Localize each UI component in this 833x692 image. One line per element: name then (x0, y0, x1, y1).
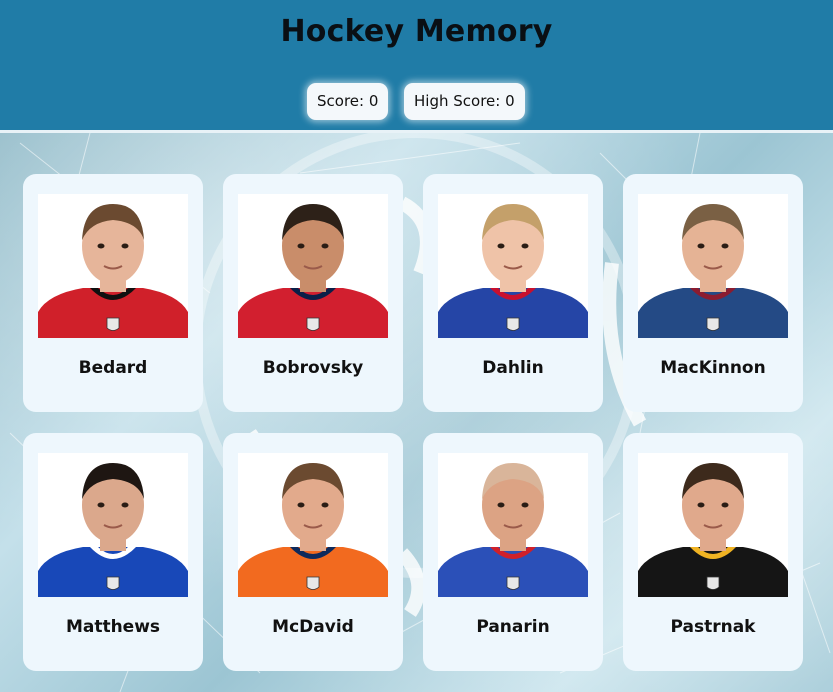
player-card-matthews[interactable]: Matthews (23, 433, 203, 671)
player-photo (638, 194, 788, 338)
player-photo (38, 453, 188, 597)
score-display: Score: 0 (307, 83, 389, 120)
player-photo (38, 194, 188, 338)
player-name: Pastrnak (670, 617, 756, 637)
player-name: Dahlin (482, 358, 544, 378)
player-card-mackinnon[interactable]: MacKinnon (623, 174, 803, 412)
player-photo (638, 453, 788, 597)
player-name: MacKinnon (660, 358, 766, 378)
player-name: Bedard (78, 358, 148, 378)
player-card-dahlin[interactable]: Dahlin (423, 174, 603, 412)
player-photo (438, 194, 588, 338)
player-name: Matthews (65, 617, 161, 637)
player-name: McDavid (272, 617, 354, 637)
high-score-display: High Score: 0 (404, 83, 525, 120)
player-name: Panarin (476, 617, 550, 637)
player-photo (238, 194, 388, 338)
header-bar: Hockey Memory Score: 0 High Score: 0 (0, 0, 833, 133)
player-card-mcdavid[interactable]: McDavid (223, 433, 403, 671)
player-card-bobrovsky[interactable]: Bobrovsky (223, 174, 403, 412)
player-photo (238, 453, 388, 597)
player-card-bedard[interactable]: Bedard (23, 174, 203, 412)
player-name: Bobrovsky (262, 358, 364, 378)
player-card-pastrnak[interactable]: Pastrnak (623, 433, 803, 671)
player-photo (438, 453, 588, 597)
page-title: Hockey Memory (280, 14, 553, 49)
player-card-panarin[interactable]: Panarin (423, 433, 603, 671)
